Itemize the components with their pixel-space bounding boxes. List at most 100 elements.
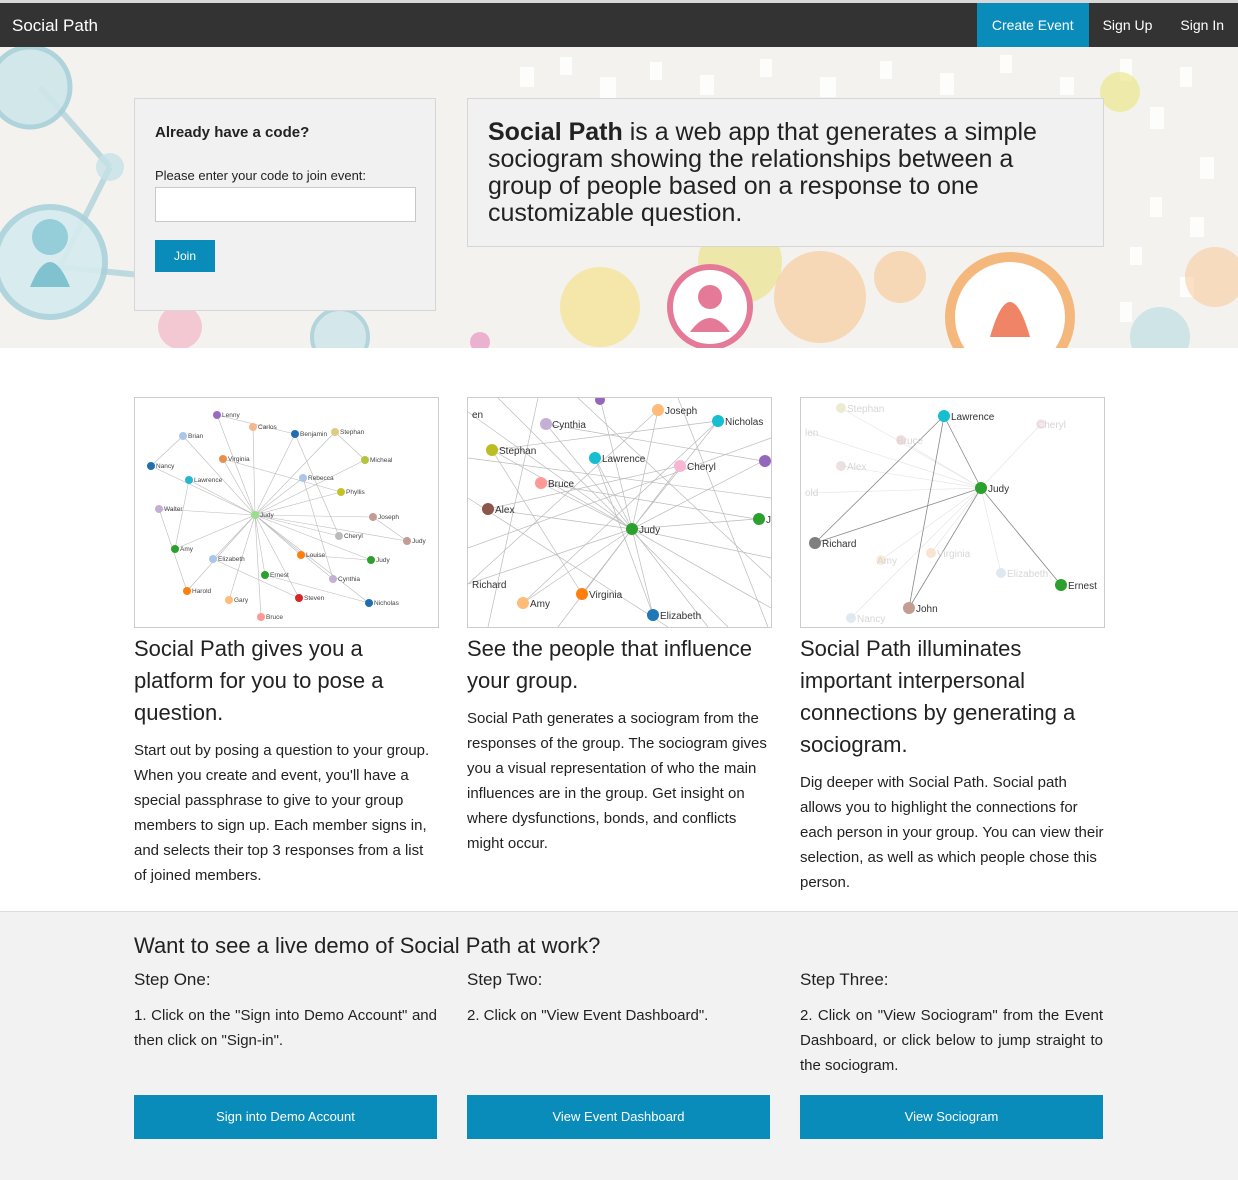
svg-text:Nicholas: Nicholas <box>725 417 763 428</box>
svg-text:Lenny: Lenny <box>222 412 240 419</box>
step-two: Step Two: 2. Click on "View Event Dashbo… <box>467 970 770 1028</box>
svg-text:Walter: Walter <box>164 506 183 513</box>
svg-text:Stephan: Stephan <box>340 429 365 436</box>
svg-text:Brian: Brian <box>188 433 204 440</box>
brand-logo[interactable]: Social Path <box>12 16 98 36</box>
svg-text:Bruce: Bruce <box>897 436 924 447</box>
sociogram-graph-2: en Cynthia Joseph Nicholas Stephan Lawre… <box>468 398 771 627</box>
svg-text:Virginia: Virginia <box>937 549 971 560</box>
svg-text:John: John <box>916 604 938 615</box>
svg-text:Gary: Gary <box>234 597 249 604</box>
svg-text:Cynthia: Cynthia <box>552 420 586 431</box>
svg-text:Judy: Judy <box>260 512 274 519</box>
demo-heading: Want to see a live demo of Social Path a… <box>134 933 601 958</box>
svg-text:Lawrence: Lawrence <box>194 477 223 484</box>
demo-section: Want to see a live demo of Social Path a… <box>0 911 1238 1180</box>
svg-text:Micheal: Micheal <box>370 457 393 464</box>
svg-text:Richard: Richard <box>822 539 856 550</box>
svg-text:Ernest: Ernest <box>270 572 289 579</box>
intro-brand: Social Path <box>488 118 623 146</box>
sign-up-link[interactable]: Sign Up <box>1089 3 1167 47</box>
feature-connections: Stephan Bruce Cheryl len Alex old Virgin… <box>800 397 1105 895</box>
create-event-link[interactable]: Create Event <box>976 3 1089 47</box>
svg-text:Amy: Amy <box>877 556 897 567</box>
join-event-panel: Already have a code? Please enter your c… <box>134 98 436 311</box>
svg-text:Alex: Alex <box>847 462 866 473</box>
feature-title: Social Path illuminates important interp… <box>800 636 1076 757</box>
nav-links: Create Event Sign Up Sign In <box>976 3 1238 47</box>
navbar: Social Path Create Event Sign Up Sign In <box>0 3 1238 47</box>
svg-text:en: en <box>472 410 483 421</box>
svg-text:Benjamin: Benjamin <box>300 431 327 438</box>
sociogram-screenshot-3: Stephan Bruce Cheryl len Alex old Virgin… <box>800 397 1105 628</box>
svg-text:Judy: Judy <box>412 538 426 545</box>
svg-text:Nancy: Nancy <box>156 463 175 470</box>
svg-text:Amy: Amy <box>180 546 194 553</box>
svg-text:Harold: Harold <box>192 588 212 595</box>
svg-text:Stephan: Stephan <box>499 446 536 457</box>
step-one: Step One: 1. Click on the "Sign into Dem… <box>134 970 437 1053</box>
sociogram-graph-1: Lenny Carlos Brian Benjamin Stephan Virg… <box>147 411 426 621</box>
join-panel-heading: Already have a code? <box>155 124 310 141</box>
sign-into-demo-button[interactable]: Sign into Demo Account <box>134 1095 437 1139</box>
svg-text:Bruce: Bruce <box>266 614 283 621</box>
svg-text:Cynthia: Cynthia <box>338 576 360 583</box>
svg-text:Bruce: Bruce <box>548 479 575 490</box>
svg-text:Phyllis: Phyllis <box>346 489 366 496</box>
svg-text:Nicholas: Nicholas <box>374 600 400 607</box>
join-code-label: Please enter your code to join event: <box>155 168 367 183</box>
svg-text:Lawrence: Lawrence <box>951 412 995 423</box>
svg-text:Richard: Richard <box>472 580 506 591</box>
svg-text:Elizabeth: Elizabeth <box>218 556 245 563</box>
step-text: 2. Click on "View Event Dashboard". <box>467 1007 709 1024</box>
svg-text:J: J <box>766 515 771 526</box>
svg-text:Elizabeth: Elizabeth <box>660 611 701 622</box>
intro-panel: Social Path is a web app that generates … <box>467 98 1104 247</box>
svg-text:Cheryl: Cheryl <box>1037 420 1066 431</box>
hero-banner: Already have a code? Please enter your c… <box>0 47 1238 348</box>
svg-text:Elizabeth: Elizabeth <box>1007 569 1048 580</box>
svg-text:Lawrence: Lawrence <box>602 454 646 465</box>
feature-influence: en Cynthia Joseph Nicholas Stephan Lawre… <box>467 397 772 856</box>
step-three: Step Three: 2. Click on "View Sociogram"… <box>800 970 1103 1078</box>
sociogram-screenshot-1: Lenny Carlos Brian Benjamin Stephan Virg… <box>134 397 439 628</box>
feature-body: Start out by posing a question to your g… <box>134 742 430 884</box>
feature-platform: Lenny Carlos Brian Benjamin Stephan Virg… <box>134 397 439 888</box>
svg-text:Judy: Judy <box>988 484 1009 495</box>
svg-text:old: old <box>805 488 818 499</box>
view-sociogram-button[interactable]: View Sociogram <box>800 1095 1103 1139</box>
join-button[interactable]: Join <box>155 240 215 272</box>
svg-text:Joseph: Joseph <box>378 514 399 521</box>
svg-text:Cheryl: Cheryl <box>344 533 363 540</box>
svg-text:Carlos: Carlos <box>258 424 278 431</box>
svg-text:Stephan: Stephan <box>847 404 884 415</box>
feature-body: Social Path generates a sociogram from t… <box>467 710 767 852</box>
svg-text:Rebecca: Rebecca <box>308 475 334 482</box>
svg-text:Cheryl: Cheryl <box>687 462 716 473</box>
event-code-input[interactable] <box>155 187 416 222</box>
view-event-dashboard-button[interactable]: View Event Dashboard <box>467 1095 770 1139</box>
step-title: Step One: <box>134 970 211 989</box>
svg-text:Amy: Amy <box>530 599 550 610</box>
svg-text:Joseph: Joseph <box>665 406 697 417</box>
step-text: 1. Click on the "Sign into Demo Account"… <box>134 1007 437 1049</box>
feature-body: Dig deeper with Social Path. Social path… <box>800 774 1104 891</box>
step-text: 2. Click on "View Sociogram" from the Ev… <box>800 1007 1103 1074</box>
sociogram-screenshot-2: en Cynthia Joseph Nicholas Stephan Lawre… <box>467 397 772 628</box>
svg-text:Steven: Steven <box>304 595 325 602</box>
sociogram-graph-3: Stephan Bruce Cheryl len Alex old Virgin… <box>805 403 1097 625</box>
svg-text:Judy: Judy <box>639 525 660 536</box>
step-title: Step Two: <box>467 970 543 989</box>
svg-text:Virginia: Virginia <box>228 456 250 463</box>
sign-in-link[interactable]: Sign In <box>1166 3 1238 47</box>
svg-text:Alex: Alex <box>495 505 514 516</box>
svg-text:Louise: Louise <box>306 552 326 559</box>
svg-text:Ernest: Ernest <box>1068 581 1097 592</box>
feature-title: See the people that influence your group… <box>467 636 753 693</box>
step-title: Step Three: <box>800 970 889 989</box>
svg-text:Virginia: Virginia <box>589 590 623 601</box>
svg-text:Judy: Judy <box>376 557 390 564</box>
svg-text:len: len <box>805 428 818 439</box>
feature-title: Social Path gives you a platform for you… <box>134 636 384 725</box>
svg-text:Nancy: Nancy <box>857 614 885 625</box>
